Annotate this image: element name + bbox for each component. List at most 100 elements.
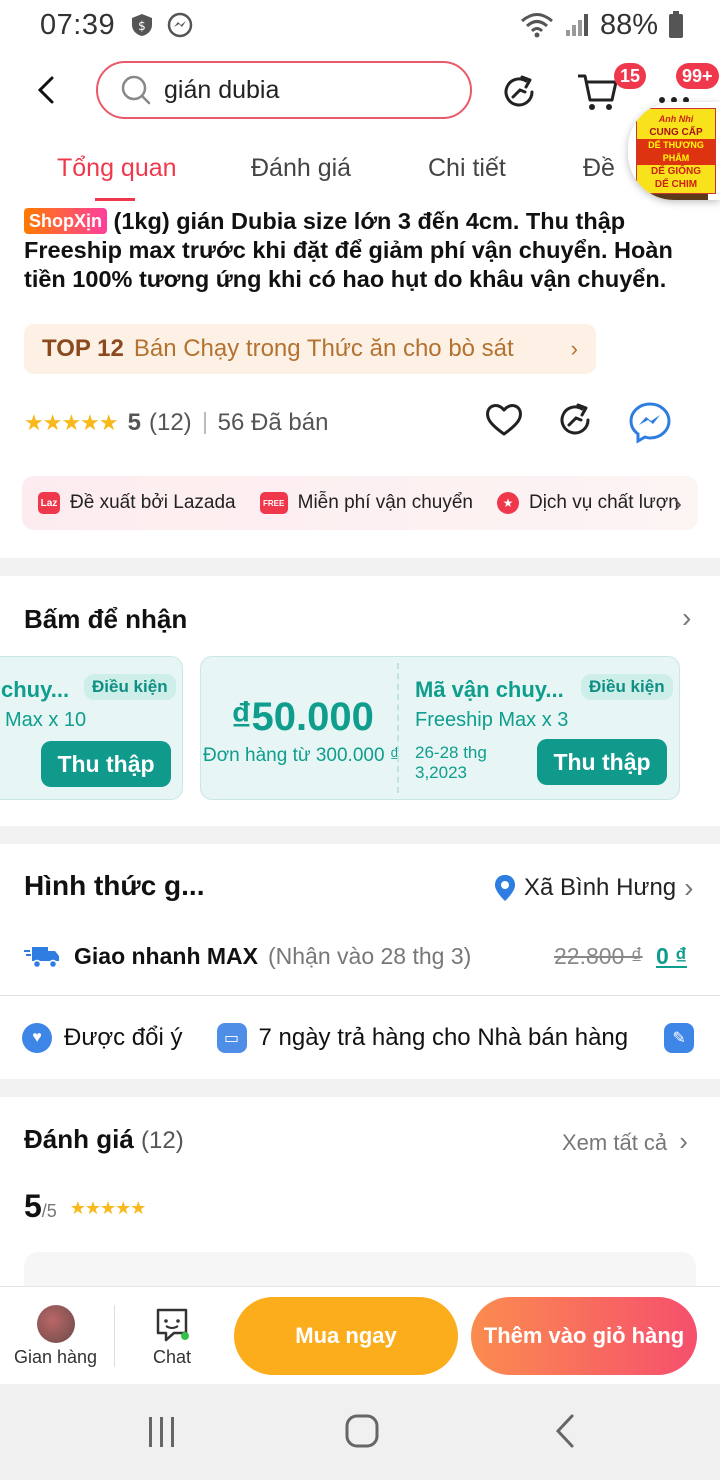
lazada-icon: Laz xyxy=(38,492,60,514)
tab-suggest[interactable]: Đề xyxy=(583,154,615,183)
chip-lazada: Laz Đề xuất bởi Lazada xyxy=(38,492,236,514)
chip-label: Dịch vụ chất lượn xyxy=(528,492,679,513)
buy-now-button[interactable]: Mua ngay xyxy=(234,1297,458,1375)
wrench-icon: ✎ xyxy=(664,1023,695,1053)
home-icon[interactable] xyxy=(340,1412,384,1452)
voucher-sub: Freeship Max x 3 xyxy=(415,709,569,731)
chevron-right-icon[interactable]: › xyxy=(682,602,691,634)
signal-icon xyxy=(565,14,588,36)
free-truck-icon: FREE xyxy=(259,492,288,514)
reviews-heading: Đánh giá (12) xyxy=(24,1124,184,1155)
chat-button[interactable]: Chat xyxy=(152,1305,192,1368)
see-all-link[interactable]: Xem tất cả › xyxy=(562,1126,688,1157)
score-value: 5 xyxy=(24,1188,42,1224)
product-title: ShopXịn (1kg) gián Dubia size lớn 3 đến … xyxy=(24,207,700,294)
collect-button[interactable]: Thu thập xyxy=(41,741,171,787)
search-text: gián dubia xyxy=(164,75,280,104)
policy-return: 7 ngày trả hàng cho Nhà bán hàng xyxy=(258,1024,629,1051)
cart-icon[interactable] xyxy=(576,70,618,112)
chevron-right-icon: › xyxy=(684,872,694,903)
reviews-title: Đánh giá xyxy=(24,1124,134,1154)
back-nav-icon[interactable] xyxy=(544,1412,588,1452)
voucher-card: chuy... Điều kiện Max x 10 Thu thập xyxy=(0,656,183,800)
share-icon[interactable] xyxy=(556,400,596,440)
vouchers-title: Bấm để nhận xyxy=(24,604,188,634)
divider xyxy=(114,1305,115,1367)
svg-text:$: $ xyxy=(138,19,146,33)
heart-shield-icon: ♥ xyxy=(22,1023,52,1053)
search-icon xyxy=(121,75,151,105)
tab-indicator xyxy=(95,198,135,201)
chip-label: Đề xuất bởi Lazada xyxy=(70,492,236,513)
recent-apps-icon[interactable] xyxy=(140,1412,184,1452)
rank-label: TOP 12 xyxy=(42,335,124,362)
rating-row: ★★★★★ 5 (12) 56 Đã bán xyxy=(24,398,704,448)
delivery-truck-icon xyxy=(24,947,59,969)
voucher-date: 26-28 thg 3,2023 xyxy=(415,743,487,782)
policy-change-mind: Được đổi ý xyxy=(64,1024,183,1051)
battery-percent: 88% xyxy=(599,8,658,41)
divider xyxy=(203,412,206,434)
review-score: 5/5 ★★★★★ xyxy=(24,1188,147,1225)
clock: 07:39 xyxy=(40,8,116,41)
search-input[interactable]: gián dubia xyxy=(96,61,472,119)
tab-details[interactable]: Chi tiết xyxy=(428,154,506,183)
feature-chips[interactable]: Laz Đề xuất bởi Lazada FREE Miễn phí vận… xyxy=(22,476,698,530)
tab-overview[interactable]: Tổng quan xyxy=(57,154,177,183)
see-all-label: Xem tất cả xyxy=(562,1130,668,1155)
voucher-card: ₫50.000 Đơn hàng từ 300.000 ₫ Mã vận chu… xyxy=(200,656,680,800)
voucher-title: Mã vận chuy... xyxy=(415,677,564,702)
top-bar: gián dubia 15 99+ xyxy=(0,58,720,124)
chat-label: Chat xyxy=(152,1347,192,1367)
store-avatar xyxy=(36,1305,75,1343)
divider xyxy=(0,995,720,996)
messenger-share-icon[interactable] xyxy=(628,400,672,444)
score-stars: ★★★★★ xyxy=(69,1198,147,1218)
bottom-action-bar: Gian hàng Chat Mua ngay Thêm vào giỏ hàn… xyxy=(0,1286,720,1384)
share-icon[interactable] xyxy=(500,72,540,112)
voucher-title: chuy... xyxy=(1,677,70,702)
shipping-method: Giao nhanh MAX xyxy=(74,942,258,969)
reviews-count: (12) xyxy=(141,1127,184,1154)
quality-star-icon: ★ xyxy=(496,492,519,514)
chat-icon xyxy=(156,1308,189,1342)
wifi-icon xyxy=(520,13,553,38)
section-gap xyxy=(0,826,720,844)
location-pin-icon xyxy=(495,875,515,901)
top-rank-banner[interactable]: TOP 12 Bán Chạy trong Thức ăn cho bò sát… xyxy=(24,324,596,374)
shipping-eta: (Nhận vào 28 thg 3) xyxy=(268,942,472,969)
shield-dollar-icon: $ xyxy=(132,14,153,36)
battery-icon xyxy=(669,11,683,38)
rank-category: Bán Chạy trong Thức ăn cho bò sát xyxy=(133,335,514,362)
store-button[interactable]: Gian hàng xyxy=(14,1305,97,1368)
shipping-new-price: 0 ₫ xyxy=(656,942,687,969)
ad-line: CUNG CẤP xyxy=(649,127,703,138)
back-arrow-icon[interactable] xyxy=(30,72,66,108)
section-gap xyxy=(0,1079,720,1097)
chevron-right-icon: › xyxy=(570,336,578,361)
voucher-condition[interactable]: Điều kiện xyxy=(84,674,176,700)
voucher-condition[interactable]: Điều kiện xyxy=(581,674,673,700)
shipping-option[interactable]: Giao nhanh MAX (Nhận vào 28 thg 3) 22.80… xyxy=(24,938,700,974)
chevron-right-icon: › xyxy=(673,487,682,518)
sold-count: 56 Đã bán xyxy=(217,409,329,436)
tab-bar: Tổng quan Đánh giá Chi tiết Đề xyxy=(0,150,720,201)
tab-reviews[interactable]: Đánh giá xyxy=(251,154,351,183)
ad-image xyxy=(644,194,708,200)
policy-row[interactable]: ♥ Được đổi ý ▭ 7 ngày trả hàng cho Nhà b… xyxy=(22,1020,720,1056)
chevron-right-icon: › xyxy=(679,1126,688,1156)
heart-icon[interactable] xyxy=(484,400,524,440)
voucher-sub: Max x 10 xyxy=(5,709,87,731)
location-selector[interactable]: Xã Bình Hưng › xyxy=(494,872,693,904)
messenger-icon xyxy=(167,12,193,38)
status-bar: 07:39 $ 88% xyxy=(0,0,720,50)
shipping-old-price: 22.800 ₫ xyxy=(554,942,643,969)
rating-stars: ★★★★★ xyxy=(24,410,119,435)
rating-count[interactable]: (12) xyxy=(149,409,192,437)
product-title-text: (1kg) gián Dubia size lớn 3 đến 4cm. Thu… xyxy=(24,208,673,292)
more-badge: 99+ xyxy=(676,63,719,89)
chip-label: Miễn phí vận chuyển xyxy=(297,492,473,513)
chip-free-shipping: FREE Miễn phí vận chuyển xyxy=(259,492,473,514)
add-to-cart-button[interactable]: Thêm vào giỏ hàng xyxy=(471,1297,697,1375)
collect-button[interactable]: Thu thập xyxy=(537,739,667,785)
